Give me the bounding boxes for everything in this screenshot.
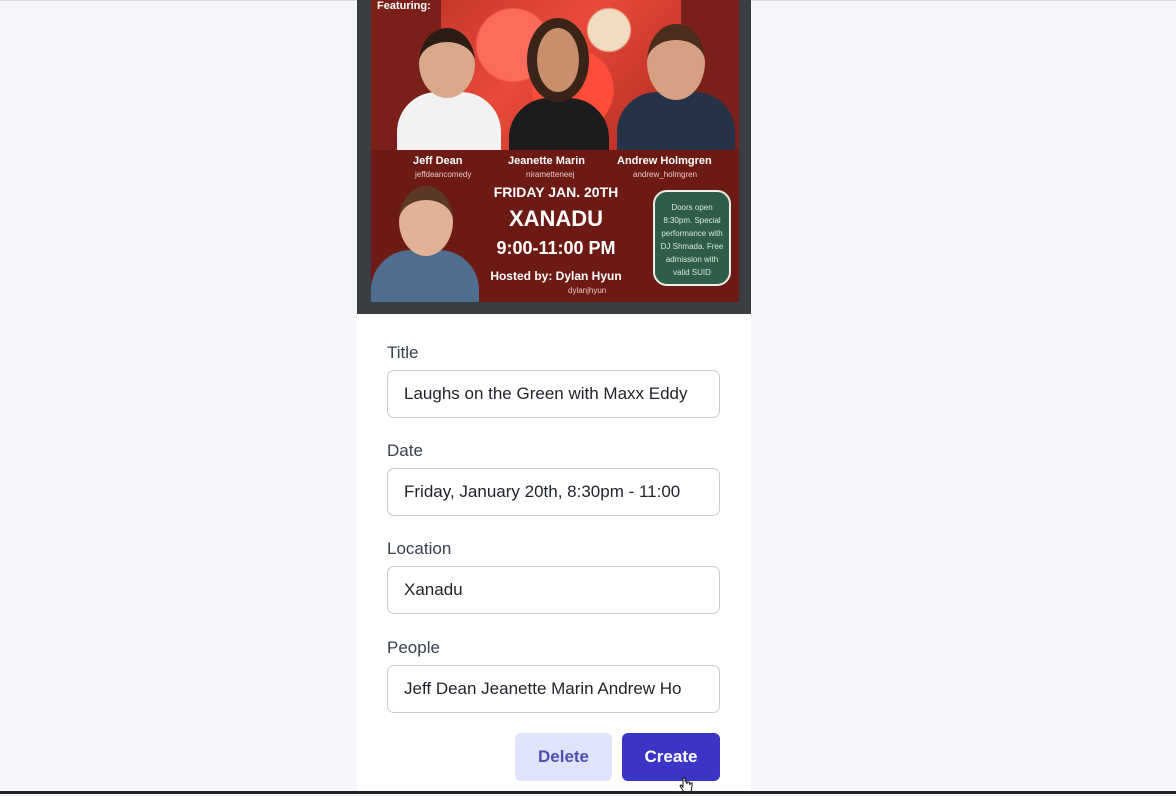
host-photo [371, 180, 481, 302]
title-field[interactable]: Laughs on the Green with Maxx Eddy [387, 370, 720, 418]
delete-button[interactable]: Delete [515, 733, 612, 781]
people-field[interactable]: Jeff Dean Jeanette Marin Andrew Ho [387, 665, 720, 713]
date-label: Date [387, 441, 423, 460]
location-field[interactable]: Xanadu [387, 566, 720, 614]
people-label: People [387, 638, 440, 657]
poster-date: FRIDAY JAN. 20TH [493, 184, 619, 200]
date-field[interactable]: Friday, January 20th, 8:30pm - 11:00 [387, 468, 720, 516]
title-label: Title [387, 343, 419, 362]
performer-photo-andrew-holmgren [611, 18, 739, 152]
poster-doors-note: Doors open 8:30pm. Special performance w… [653, 190, 731, 286]
poster-featuring-label: Featuring: [377, 0, 431, 12]
poster-venue: XANADU [508, 206, 604, 231]
poster-artwork: Featuring: Jeff Dean jeffdeancomedy Jean… [371, 0, 739, 302]
performer-handle: nirametteneej [526, 170, 575, 179]
performer-photo-jeanette-marin [501, 14, 616, 152]
poster-time: 9:00-11:00 PM [496, 238, 616, 258]
location-label: Location [387, 539, 452, 558]
poster-host: Hosted by: Dylan Hyun [490, 269, 622, 283]
performer-name: Jeanette Marin [508, 155, 586, 167]
performer-handle: andrew_holmgren [633, 170, 698, 179]
event-editor-card: Featuring: Jeff Dean jeffdeancomedy Jean… [357, 0, 751, 794]
performer-name: Andrew Holmgren [617, 155, 712, 167]
performer-name: Jeff Dean [413, 155, 463, 167]
event-poster-image: Featuring: Jeff Dean jeffdeancomedy Jean… [357, 0, 751, 314]
performer-handle: jeffdeancomedy [415, 170, 472, 179]
performer-photo-jeff-dean [389, 20, 504, 152]
poster-host-handle: dylanjhyun [568, 286, 607, 295]
create-button[interactable]: Create [622, 733, 720, 781]
